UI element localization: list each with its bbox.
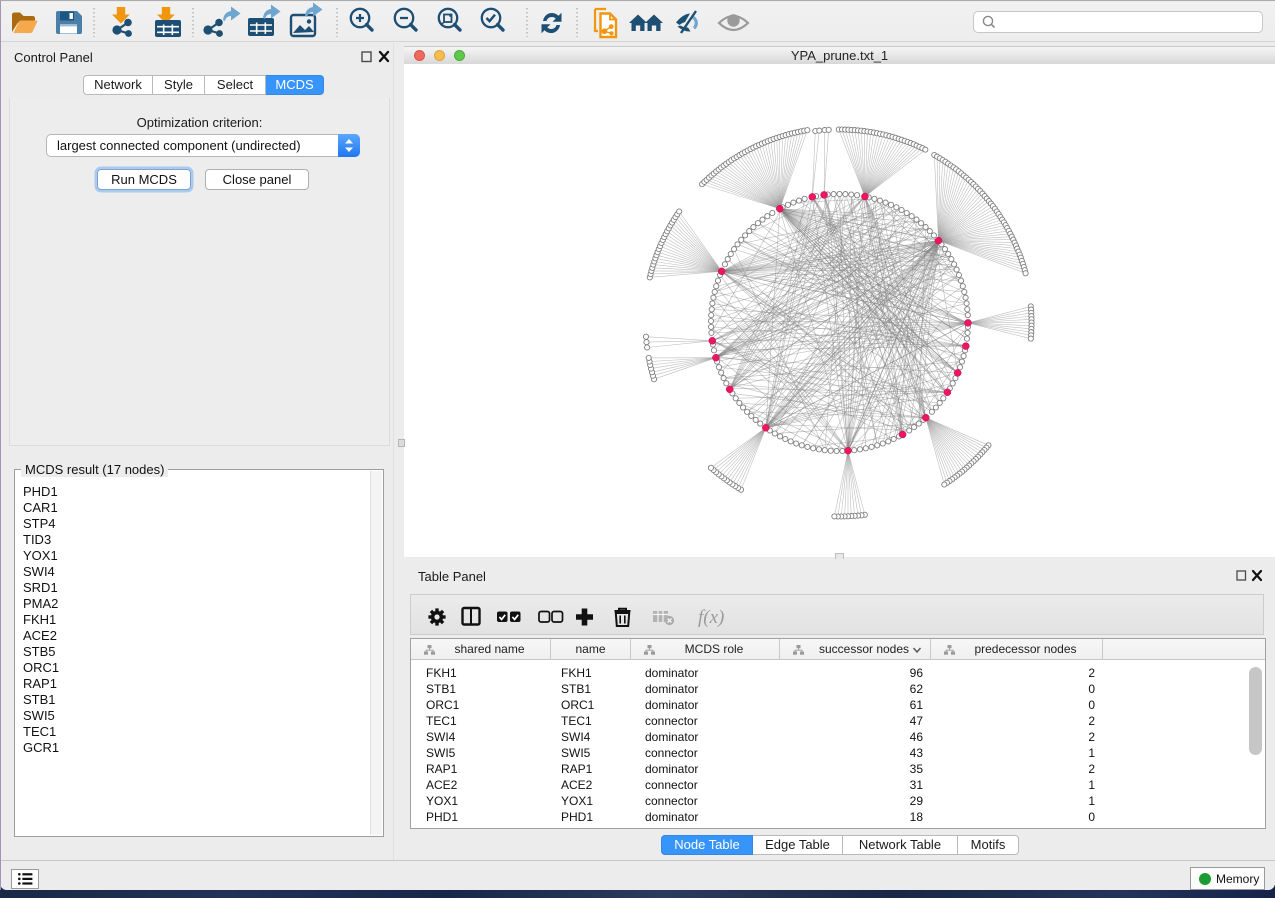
svg-text:f(x): f(x)	[698, 607, 724, 628]
